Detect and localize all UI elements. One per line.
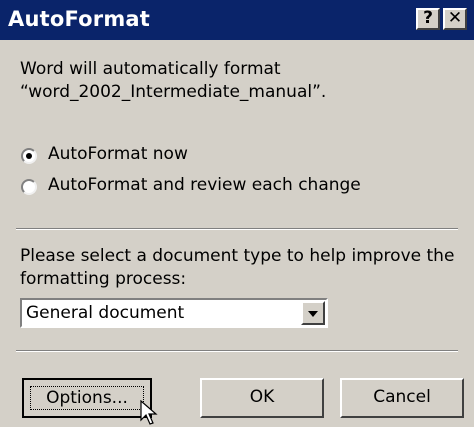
message-line-2: “word_2002_Intermediate_manual”. bbox=[20, 82, 327, 102]
title-bar[interactable]: AutoFormat ? ✕ bbox=[0, 0, 474, 40]
autoformat-dialog: AutoFormat ? ✕ Word will automatically f… bbox=[0, 0, 474, 427]
message-line-1: Word will automatically format bbox=[20, 59, 281, 79]
mouse-cursor-icon bbox=[140, 400, 158, 425]
options-button[interactable]: Options... bbox=[22, 378, 152, 418]
help-button[interactable]: ? bbox=[416, 8, 440, 30]
radio-label-autoformat-review[interactable]: AutoFormat and review each change bbox=[48, 174, 361, 197]
radio-autoformat-now[interactable] bbox=[21, 148, 37, 164]
dropdown-arrow-button[interactable] bbox=[301, 301, 325, 325]
radio-selected-dot bbox=[26, 153, 32, 159]
document-type-value: General document bbox=[26, 303, 185, 323]
ok-button[interactable]: OK bbox=[200, 378, 324, 418]
cancel-button[interactable]: Cancel bbox=[340, 378, 464, 418]
separator bbox=[16, 228, 458, 230]
radio-label-autoformat-now[interactable]: AutoFormat now bbox=[48, 143, 188, 166]
separator bbox=[16, 350, 458, 352]
radio-autoformat-review[interactable] bbox=[21, 179, 37, 195]
options-button-label: Options... bbox=[30, 386, 144, 410]
document-type-dropdown[interactable]: General document bbox=[20, 298, 328, 328]
window-title: AutoFormat bbox=[8, 7, 151, 31]
chevron-down-icon bbox=[308, 311, 318, 317]
close-button[interactable]: ✕ bbox=[443, 8, 467, 30]
doc-type-prompt-line-2: formatting process: bbox=[20, 269, 187, 289]
doc-type-prompt-line-1: Please select a document type to help im… bbox=[20, 246, 455, 266]
